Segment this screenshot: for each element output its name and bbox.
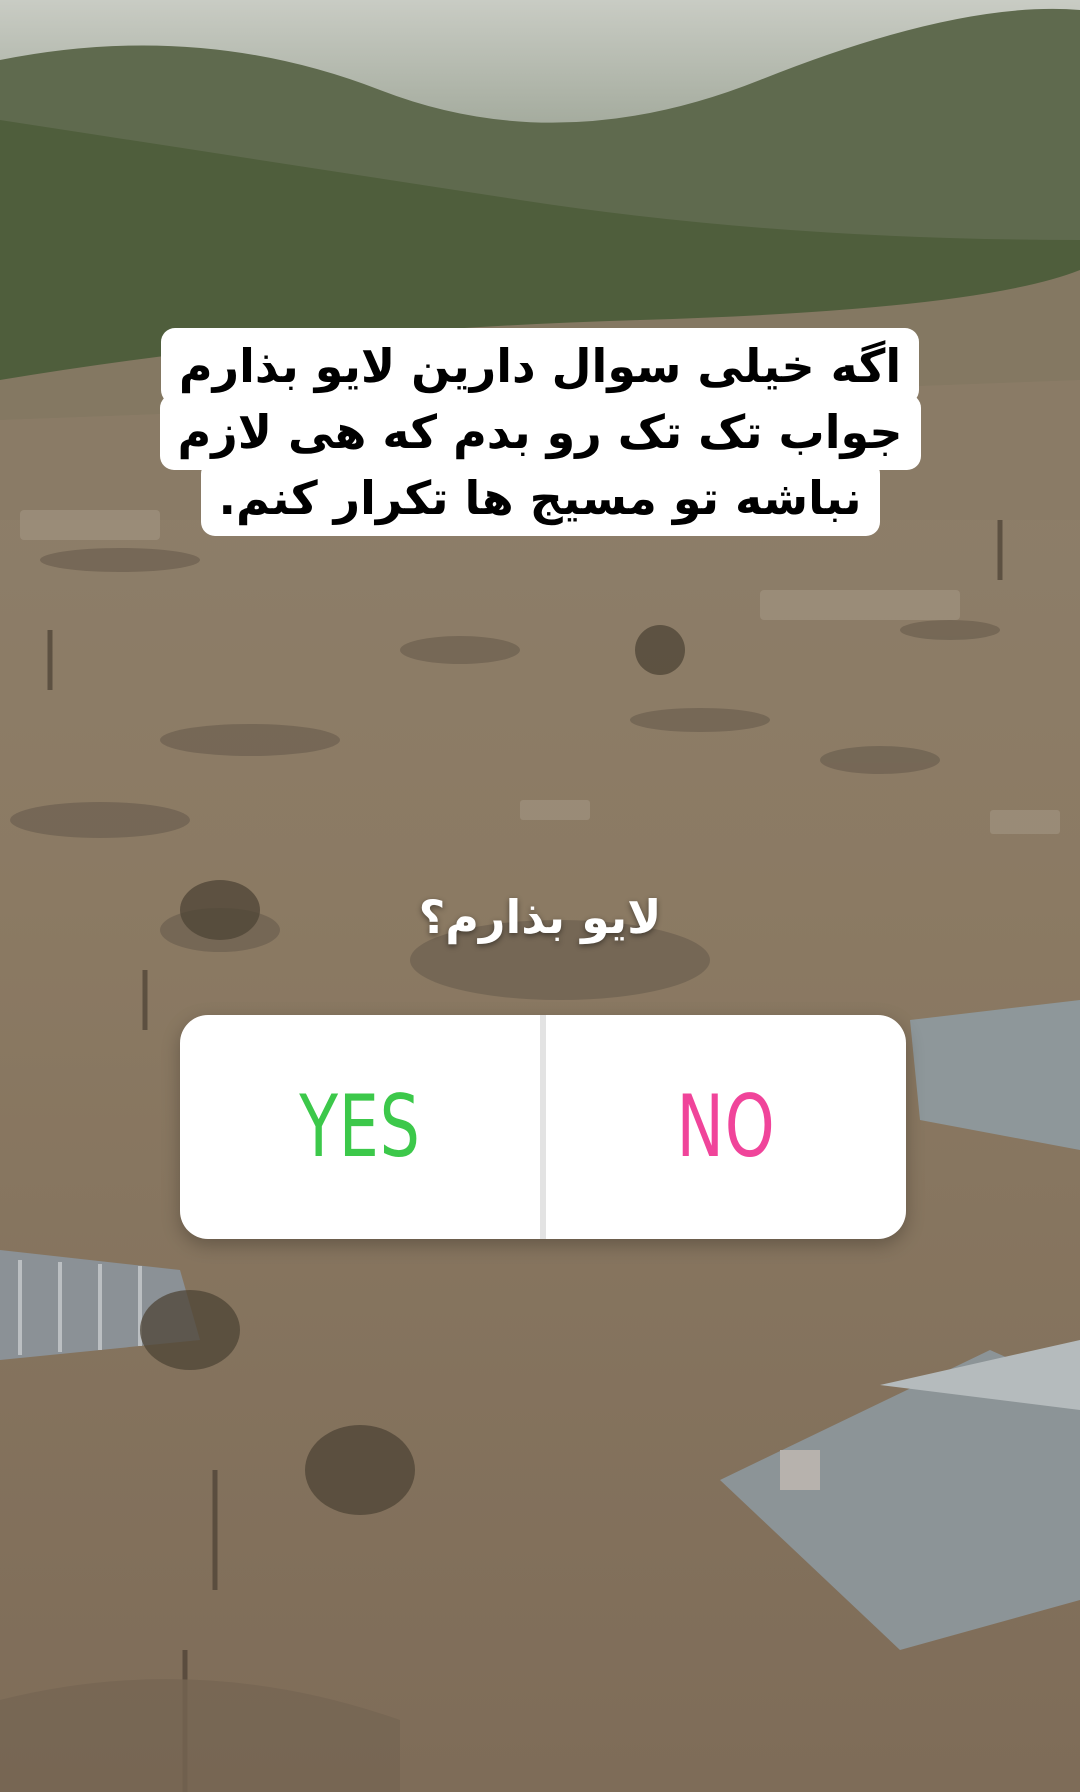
- caption-line-2: جواب تک تک رو بدم که هی لازم: [159, 394, 921, 470]
- poll-question: لایو بذارم؟: [418, 890, 662, 944]
- poll-divider: [540, 1015, 546, 1239]
- story-caption: اگه خیلی سوال دارین لایو بذارم جواب تک ت…: [0, 328, 1080, 536]
- caption-line-1: اگه خیلی سوال دارین لایو بذارم: [160, 328, 920, 404]
- poll-sticker: YES NO: [180, 1015, 906, 1239]
- poll-option-yes[interactable]: YES: [212, 1015, 507, 1239]
- caption-line-3: نباشه تو مسیج ها تکرار کنم.: [200, 460, 880, 536]
- poll-option-no[interactable]: NO: [578, 1015, 873, 1239]
